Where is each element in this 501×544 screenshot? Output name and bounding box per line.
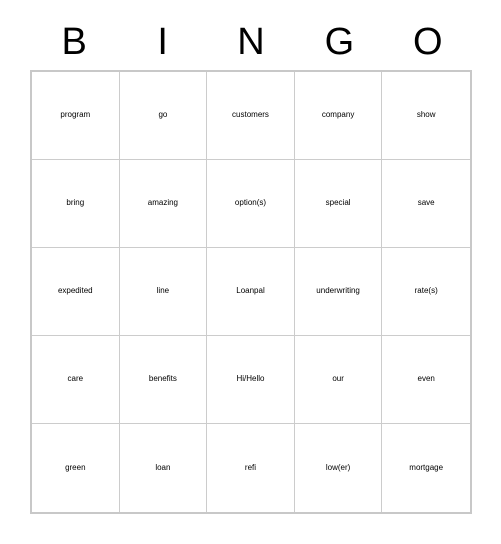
bingo-header-letter-o: O <box>413 21 443 63</box>
bingo-cell[interactable]: Hi/Hello <box>207 336 295 424</box>
bingo-header-letter-n: N <box>237 21 265 63</box>
bingo-cell-label: expedited <box>57 286 93 296</box>
bingo-cell[interactable]: Loanpal <box>207 248 295 336</box>
bingo-cell-label: our <box>332 374 344 384</box>
bingo-cell-label: low(er) <box>325 462 351 472</box>
bingo-cell[interactable]: care <box>32 336 120 424</box>
bingo-cell[interactable]: save <box>382 160 470 248</box>
bingo-cell[interactable]: refi <box>207 424 295 512</box>
bingo-cell[interactable]: option(s) <box>207 160 295 248</box>
bingo-cell[interactable]: underwriting <box>294 248 383 336</box>
bingo-cell-label: Hi/Hello <box>236 374 265 384</box>
bingo-cell-label: save <box>417 198 435 208</box>
bingo-cell[interactable]: customers <box>207 72 295 160</box>
bingo-cell[interactable]: green <box>32 424 120 512</box>
bingo-cell[interactable]: special <box>294 160 383 248</box>
bingo-cell-label: even <box>417 374 435 384</box>
bingo-cell-label: customers <box>232 110 269 120</box>
bingo-header-letter-g: G <box>324 21 355 63</box>
bingo-cell-label: special <box>325 198 351 208</box>
bingo-cell[interactable]: go <box>119 72 208 160</box>
bingo-cell-label: green <box>65 462 86 472</box>
bingo-cell-label: benefits <box>148 374 177 384</box>
bingo-cell[interactable]: program <box>32 72 120 160</box>
bingo-cell-label: loan <box>155 462 171 472</box>
bingo-cell[interactable]: amazing <box>119 160 208 248</box>
bingo-cell-label: rate(s) <box>414 286 438 296</box>
bingo-cell-label: amazing <box>147 198 179 208</box>
bingo-cell[interactable]: rate(s) <box>382 248 470 336</box>
bingo-cell-label: care <box>67 374 84 384</box>
bingo-header-letter-b: B <box>61 21 87 63</box>
bingo-cell[interactable]: bring <box>32 160 120 248</box>
bingo-cell[interactable]: expedited <box>32 248 120 336</box>
bingo-grid: program go customers company show bring amazin… <box>30 70 472 514</box>
bingo-cell-label: show <box>416 110 436 120</box>
bingo-cell-label: mortgage <box>409 462 444 472</box>
bingo-cell-label: company <box>321 110 355 120</box>
bingo-cell-label: underwriting <box>316 286 360 296</box>
bingo-cell[interactable]: our <box>294 336 383 424</box>
bingo-cell-label: go <box>158 110 168 120</box>
bingo-cell[interactable]: loan <box>119 424 208 512</box>
bingo-cell[interactable]: line <box>119 248 208 336</box>
bingo-cell-label: program <box>60 110 91 120</box>
bingo-cell-label: refi <box>244 462 257 472</box>
bingo-cell-label: bring <box>66 198 85 208</box>
bingo-cell[interactable]: even <box>382 336 470 424</box>
bingo-cell[interactable]: benefits <box>119 336 208 424</box>
bingo-cell-label: line <box>156 286 170 296</box>
bingo-cell[interactable]: mortgage <box>382 424 470 512</box>
bingo-cell[interactable]: low(er) <box>294 424 383 512</box>
bingo-cell[interactable]: show <box>382 72 470 160</box>
bingo-card: B I N G O program go customers company show b… <box>0 0 501 544</box>
bingo-header-letter-i: I <box>157 21 168 63</box>
bingo-cell-label: option(s) <box>234 198 267 208</box>
bingo-cell[interactable]: company <box>294 72 383 160</box>
bingo-header: B I N G O <box>30 16 472 68</box>
bingo-cell-label: Loanpal <box>236 286 265 296</box>
